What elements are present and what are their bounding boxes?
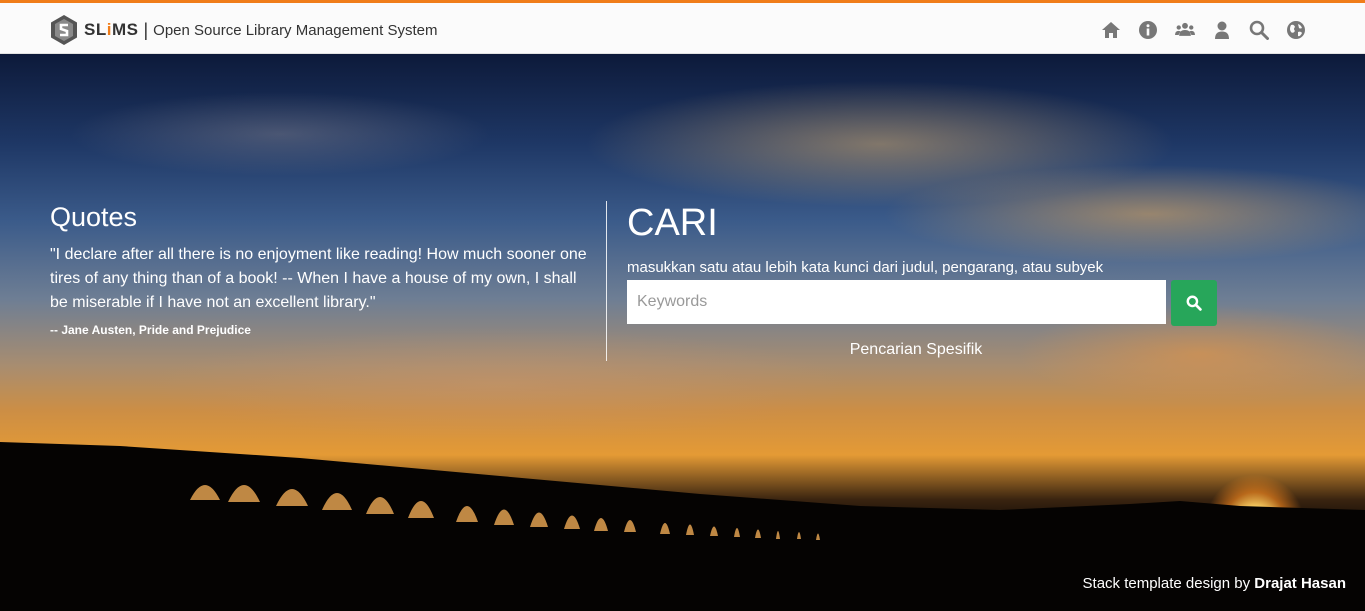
keywords-input[interactable] — [627, 280, 1166, 324]
template-credit: Stack template design by Drajat Hasan — [1083, 575, 1346, 592]
quotes-title: Quotes — [50, 202, 138, 232]
user-icon[interactable] — [1211, 19, 1233, 41]
search-submit-button[interactable] — [1171, 280, 1217, 326]
quotes-section: Quotes "I declare after all there is no … — [50, 202, 596, 337]
brand-name: SLiMS — [84, 20, 139, 39]
search-title: CARI — [627, 202, 718, 244]
nav-icons — [1100, 19, 1307, 41]
search-hint: masukkan satu atau lebih kata kunci dari… — [627, 259, 1104, 276]
brand-tagline: Open Source Library Management System — [153, 21, 438, 39]
brand[interactable]: SLiMS | Open Source Library Management S… — [50, 14, 437, 46]
hero-background: Quotes "I declare after all there is no … — [0, 54, 1365, 611]
top-navbar: SLiMS | Open Source Library Management S… — [0, 0, 1365, 54]
search-icon[interactable] — [1248, 19, 1270, 41]
credit-prefix: Stack template design by — [1082, 575, 1251, 592]
credit-author-link[interactable]: Drajat Hasan — [1254, 575, 1346, 592]
users-icon[interactable] — [1174, 19, 1196, 41]
section-divider — [606, 201, 607, 361]
advanced-search-link[interactable]: Pencarian Spesifik — [627, 341, 1205, 359]
slims-logo-icon — [51, 15, 77, 45]
search-row — [627, 280, 1217, 326]
brand-separator: | — [143, 19, 149, 40]
globe-icon[interactable] — [1285, 19, 1307, 41]
search-icon — [1186, 295, 1202, 311]
info-icon[interactable] — [1137, 19, 1159, 41]
search-section: CARI masukkan satu atau lebih kata kunci… — [627, 202, 1217, 359]
quote-author: -- Jane Austen, Pride and Prejudice — [50, 323, 251, 337]
quote-text: "I declare after all there is no enjoyme… — [50, 246, 587, 311]
home-icon[interactable] — [1100, 19, 1122, 41]
